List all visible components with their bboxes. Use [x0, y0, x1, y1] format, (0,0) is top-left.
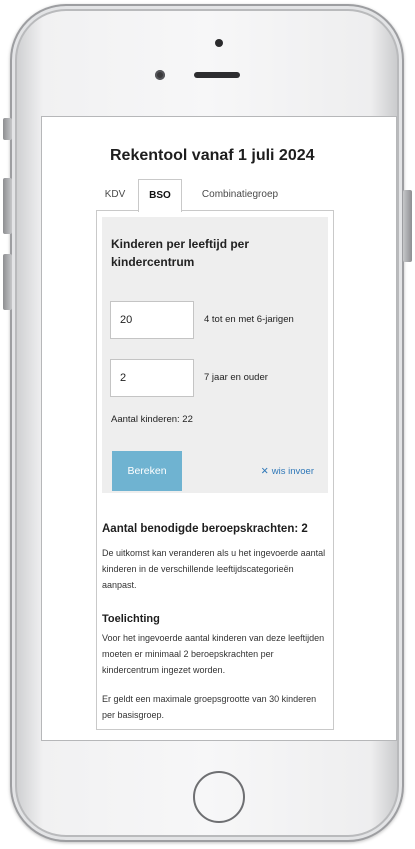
calculator-heading: Kinderen per leeftijd per kindercentrum — [111, 237, 250, 269]
volume-up-button — [3, 178, 12, 234]
age-4-6-label: 4 tot en met 6-jarigen — [204, 314, 294, 325]
age-7-plus-label: 7 jaar en ouder — [204, 372, 268, 383]
home-button[interactable] — [193, 771, 245, 823]
sensor-dot — [215, 39, 223, 47]
page-title: Rekentool vanaf 1 juli 2024 — [110, 147, 315, 164]
earpiece-speaker — [194, 72, 240, 78]
mute-switch — [3, 118, 12, 140]
result-heading: Aantal benodigde beroepskrachten: 2 — [102, 523, 308, 535]
tab-kdv[interactable]: KDV — [96, 179, 134, 211]
screen: Rekentool vanaf 1 juli 2024 KDV BSO Comb… — [41, 116, 397, 741]
explanation-heading: Toelichting — [102, 613, 160, 625]
age-7-plus-input[interactable] — [110, 359, 194, 397]
calculator-panel: Kinderen per leeftijd per kindercentrum … — [102, 217, 328, 493]
age-4-6-input[interactable] — [110, 301, 194, 339]
phone-frame: Rekentool vanaf 1 juli 2024 KDV BSO Comb… — [10, 4, 404, 842]
tab-bso[interactable]: BSO — [138, 179, 182, 212]
tab-combinatiegroep[interactable]: Combinatiegroep — [188, 179, 292, 211]
power-button — [403, 190, 412, 262]
total-children: Aantal kinderen: 22 — [111, 414, 193, 425]
group-size-note: Er geldt een maximale groepsgrootte van … — [102, 694, 317, 720]
result-note: De uitkomst kan veranderen als u het ing… — [102, 548, 326, 590]
close-icon: ✕ — [260, 466, 269, 477]
explanation-text: Voor het ingevoerde aantal kinderen van … — [102, 633, 325, 675]
front-camera — [155, 70, 165, 80]
volume-down-button — [3, 254, 12, 310]
calculate-button[interactable]: Bereken — [112, 451, 182, 491]
clear-input-label: wis invoer — [271, 466, 314, 477]
clear-input-link[interactable]: ✕ wis invoer — [261, 466, 314, 477]
tab-bar: KDV BSO Combinatiegroep — [96, 179, 334, 212]
